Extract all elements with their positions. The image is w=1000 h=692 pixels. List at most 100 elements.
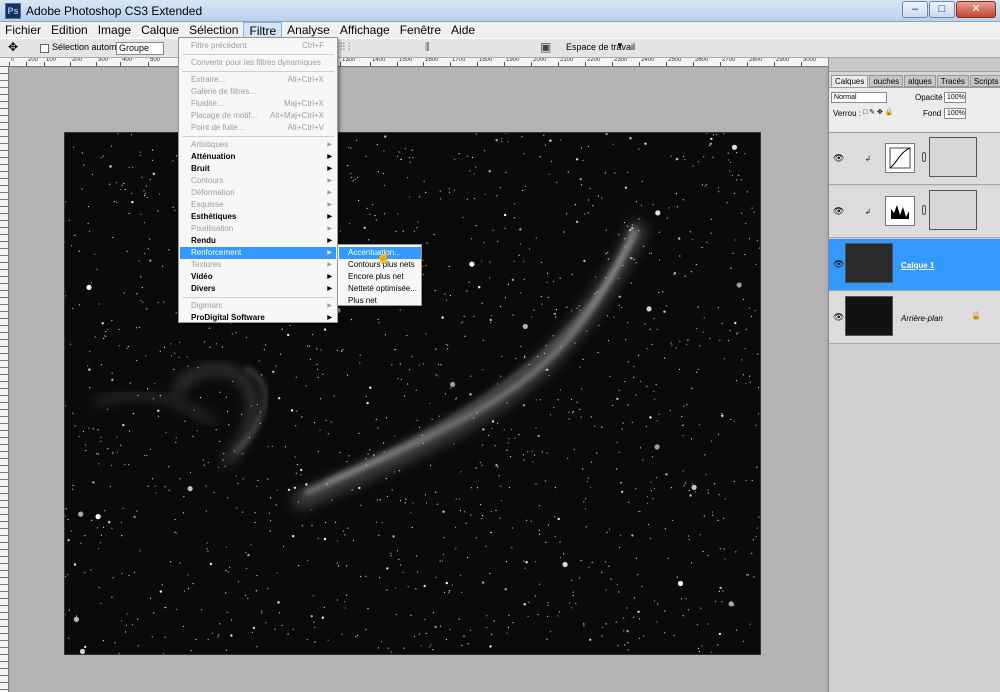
eye-icon[interactable]: 👁 xyxy=(833,259,844,270)
eye-icon[interactable]: 👁 xyxy=(833,312,844,323)
align-icons[interactable]: ⫶⫶ ⫶ xyxy=(340,42,350,53)
filter-menu-item[interactable]: Filtre précédent Ctrl+F xyxy=(180,40,336,52)
filter-menu-item[interactable]: Déformation ▶ xyxy=(180,187,336,199)
star-dot xyxy=(546,638,548,640)
tab-traces[interactable]: Tracés xyxy=(936,75,969,87)
filter-menu-item[interactable]: Vidéo ▶ xyxy=(180,271,336,283)
opacity-field[interactable]: 100% xyxy=(944,92,966,103)
star-dot xyxy=(650,490,652,492)
layer-name[interactable]: Calque 1 xyxy=(901,261,934,270)
filter-menu-item[interactable]: Extraire... Alt+Ctrl+X xyxy=(180,74,336,86)
filter-menu-item[interactable]: Renforcement ▶ xyxy=(180,247,336,259)
nebula-image[interactable] xyxy=(64,132,761,655)
star-dot xyxy=(78,250,80,252)
blend-mode-select[interactable]: Normal xyxy=(831,92,887,103)
link-icon[interactable] xyxy=(922,205,926,215)
layer-thumbnail[interactable] xyxy=(845,243,893,283)
star-dot xyxy=(594,425,596,427)
filter-menu-item[interactable]: Contours ▶ xyxy=(180,175,336,187)
filter-menu-item[interactable]: Pixellisation ▶ xyxy=(180,223,336,235)
filter-menu-item[interactable]: Point de fuite... Alt+Ctrl+V xyxy=(180,122,336,134)
star-dot xyxy=(307,345,309,347)
ruler-tick-label: 2700 xyxy=(722,58,736,63)
move-tool-icon[interactable]: ✥ xyxy=(8,40,18,54)
filter-menu-item[interactable]: Textures ▶ xyxy=(180,259,336,271)
star-dot xyxy=(745,479,747,482)
filter-menu-item[interactable]: Artistiques ▶ xyxy=(180,139,336,151)
menu-fenetre[interactable]: Fenêtre xyxy=(395,22,446,38)
filter-menu-item[interactable]: Rendu ▶ xyxy=(180,235,336,247)
menu-image[interactable]: Image xyxy=(93,22,136,38)
submenu-plus-net[interactable]: Plus net xyxy=(339,295,421,307)
auto-select-checkbox[interactable] xyxy=(40,44,49,53)
filter-menu-item[interactable]: Galerie de filtres... xyxy=(180,86,336,98)
menu-filtre[interactable]: Filtre xyxy=(243,22,283,38)
menu-analyse[interactable]: Analyse xyxy=(282,22,335,38)
eye-icon[interactable]: 👁 xyxy=(833,153,844,164)
filter-menu-item[interactable]: Divers ▶ xyxy=(180,283,336,295)
star-dot xyxy=(116,182,118,184)
layer-name[interactable]: Arrière-plan xyxy=(901,314,943,323)
workspace-menu[interactable]: Espace de travail xyxy=(566,42,635,52)
tab-calques[interactable]: Calques × xyxy=(831,75,869,97)
filter-menu-item[interactable]: Esthétiques ▶ xyxy=(180,211,336,223)
submenu-nettete-optimisee[interactable]: Netteté optimisée... xyxy=(339,283,421,295)
submenu-encore-plus-net[interactable]: Encore plus net xyxy=(339,271,421,283)
layer-thumbnail[interactable] xyxy=(845,296,893,336)
star-dot xyxy=(497,466,499,468)
tab-scripts[interactable]: Scripts xyxy=(969,75,1000,87)
star-dot xyxy=(163,346,166,348)
maximize-button[interactable]: □ xyxy=(929,1,955,18)
link-icon[interactable] xyxy=(922,152,926,162)
layer-row-calque-1[interactable]: 👁 Calque 1 xyxy=(829,239,1000,291)
close-button[interactable]: ✕ xyxy=(956,1,996,18)
layer-mask-thumbnail[interactable] xyxy=(929,190,977,230)
lock-icons[interactable]: □ ✎ ✥ 🔒 xyxy=(863,108,894,116)
menu-selection[interactable]: Sélection xyxy=(184,22,243,38)
star-dot xyxy=(690,562,693,564)
tab-calques-2[interactable]: alques xyxy=(904,75,936,87)
star-dot xyxy=(105,331,107,333)
chevron-down-icon[interactable]: ▼ xyxy=(616,41,624,50)
filter-menu-item[interactable]: Esquisse ▶ xyxy=(180,199,336,211)
fill-field[interactable]: 100% xyxy=(944,108,966,119)
star-dot xyxy=(118,328,120,331)
star-dot xyxy=(144,193,146,195)
minimize-button[interactable]: – xyxy=(902,1,928,18)
distribute-icon[interactable]: ⫼ xyxy=(425,42,430,53)
star-dot xyxy=(616,583,619,585)
star-dot xyxy=(295,376,297,378)
menu-edition[interactable]: Edition xyxy=(46,22,93,38)
menu-aide[interactable]: Aide xyxy=(446,22,480,38)
star-dot xyxy=(755,424,757,426)
menu-calque[interactable]: Calque xyxy=(136,22,184,38)
menu-fichier[interactable]: Fichier xyxy=(0,22,46,38)
star-dot xyxy=(526,519,528,521)
filter-menu-item[interactable]: Convertir pour les filtres dynamiques xyxy=(180,57,336,69)
layer-mask-thumbnail[interactable] xyxy=(929,137,977,177)
star-dot xyxy=(274,628,276,630)
workspace-icon[interactable]: ▣ xyxy=(540,40,551,54)
filter-menu-item[interactable]: Bruit ▶ xyxy=(180,163,336,175)
layer-row-levels[interactable]: 👁 ↲ xyxy=(829,186,1000,238)
star-dot xyxy=(145,185,147,187)
filter-menu-item[interactable]: Fluidité... Maj+Ctrl+X xyxy=(180,98,336,110)
tab-couches[interactable]: ouches xyxy=(869,75,904,87)
star-dot xyxy=(146,196,149,199)
menu-affichage[interactable]: Affichage xyxy=(335,22,395,38)
levels-adjustment-icon xyxy=(885,196,915,226)
eye-icon[interactable]: 👁 xyxy=(833,206,844,217)
star-dot xyxy=(748,307,750,309)
star-dot xyxy=(556,181,558,183)
filter-menu-item[interactable]: Atténuation ▶ xyxy=(180,151,336,163)
star-dot xyxy=(118,652,120,654)
star-dot xyxy=(73,146,75,148)
filter-menu-item[interactable]: Digimarc ▶ xyxy=(180,300,336,312)
star-dot xyxy=(366,207,368,209)
layer-row-background[interactable]: 👁 Arrière-plan 🔒 xyxy=(829,292,1000,344)
filter-menu-item[interactable]: ProDigital Software ▶ xyxy=(180,312,336,324)
layer-row-curves[interactable]: 👁 ↲ xyxy=(829,133,1000,185)
filter-menu-item[interactable]: Placage de motif... Alt+Maj+Ctrl+X xyxy=(180,110,336,122)
star-dot xyxy=(508,614,510,616)
auto-select-dropdown[interactable]: Groupe xyxy=(116,42,164,55)
